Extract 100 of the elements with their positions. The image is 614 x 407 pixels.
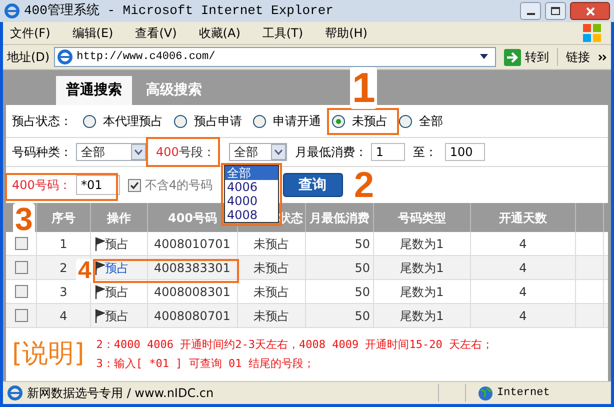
chevron-icon[interactable] — [598, 54, 607, 60]
maximize-button[interactable] — [545, 2, 566, 20]
windows-logo-icon — [581, 23, 603, 43]
step-number: 4 — [76, 259, 94, 283]
field-label: 至： — [412, 144, 437, 161]
field-label: 400号段： — [156, 144, 215, 161]
close-button[interactable] — [570, 2, 610, 20]
table-cell-text: 4008008301 — [154, 284, 230, 300]
search-button[interactable]: 查询 — [282, 173, 343, 197]
reserve-link[interactable]: 预占 — [95, 258, 129, 276]
address-field[interactable]: http://www.c4006.com/ — [54, 47, 496, 67]
reserve-link[interactable]: 预占 — [95, 306, 129, 324]
page-icon — [56, 49, 73, 65]
menu-item[interactable]: 编辑(E) — [65, 24, 120, 42]
segment-select[interactable]: 全部 — [228, 143, 287, 161]
table-cell-text: 4 — [519, 260, 527, 276]
min-fee-field[interactable]: 1 — [370, 143, 405, 161]
table-cell-text: 4 — [60, 308, 68, 324]
dropdown-option[interactable]: 4006 — [225, 180, 278, 194]
radio-button[interactable] — [174, 114, 187, 128]
close-icon — [586, 6, 594, 16]
note-text: 3：输入[ *01 ] 可查询 01 结尾的号段； — [96, 356, 316, 372]
window-title: 400管理系统 - Microsoft Internet Explorer — [24, 2, 334, 20]
dropdown-option[interactable]: 4008 — [225, 208, 278, 222]
checkbox[interactable] — [14, 285, 28, 298]
checkbox[interactable] — [14, 237, 28, 250]
checkbox[interactable] — [14, 309, 28, 322]
type-select[interactable]: 全部 — [76, 143, 147, 161]
table-cell-text: 4 — [519, 308, 527, 324]
field-label: 号码种类： — [12, 144, 72, 161]
reserve-link[interactable]: 预占 — [95, 234, 129, 252]
go-button[interactable]: 转到 — [500, 48, 553, 66]
dropdown-icon[interactable] — [479, 54, 489, 60]
links-button[interactable]: 链接 — [562, 48, 594, 66]
tab[interactable]: 普通搜索 — [56, 76, 132, 105]
checkbox[interactable] — [128, 178, 141, 192]
globe-icon — [478, 386, 493, 400]
menu-item[interactable]: 工具(T) — [255, 24, 310, 42]
dropdown-option[interactable]: 全部 — [225, 166, 278, 180]
table-cell-text: 尾数为1 — [400, 236, 444, 252]
dropdown-option[interactable]: 4000 — [225, 194, 278, 208]
table-cell-text: 4 — [519, 236, 527, 252]
table-cell-text: 尾数为1 — [400, 284, 444, 300]
reserve-link[interactable]: 预占 — [95, 282, 129, 300]
column-header: 号码类型 — [398, 210, 446, 226]
table-cell-text: 50 — [354, 236, 370, 252]
table-cell-text: 50 — [354, 308, 370, 324]
radio-button[interactable] — [83, 114, 96, 128]
flag-icon — [95, 236, 105, 250]
notes-title: [说明] — [12, 338, 84, 371]
table-cell-text: 4008080701 — [154, 308, 230, 324]
number-field[interactable]: *01 — [76, 175, 120, 195]
arrow-icon — [504, 48, 521, 66]
table-cell-text: 4 — [519, 284, 527, 300]
field-label: 预占状态： — [12, 113, 72, 130]
table-cell-text: 尾数为1 — [400, 308, 444, 324]
field-label: 月最低消费： — [294, 144, 367, 161]
caret-icon — [270, 144, 286, 160]
menu-item[interactable]: 查看(V) — [128, 24, 184, 42]
caret-icon — [131, 144, 146, 160]
radio-label[interactable]: 预占申请 — [194, 112, 242, 130]
table-cell-text: 未预占 — [254, 236, 290, 252]
note-text: 2：4000 4006 开通时间约2-3天左右，4008 4009 开通时间15-20 天左右； — [96, 336, 493, 352]
table-cell-text: 4008010701 — [154, 236, 230, 252]
zone-text: Internet — [497, 386, 551, 401]
field-label: 400号码： — [12, 177, 72, 194]
app-icon — [4, 3, 20, 19]
flag-icon — [95, 260, 105, 274]
max-fee-field[interactable]: 100 — [444, 143, 485, 161]
table-cell-text: 尾数为1 — [400, 260, 444, 276]
page-icon — [7, 385, 23, 401]
flag-icon — [95, 284, 105, 298]
radio-button[interactable] — [399, 114, 412, 128]
table-cell-text: 50 — [354, 284, 370, 300]
column-header: 操作 — [107, 210, 131, 226]
radio-label[interactable]: 全部 — [419, 112, 443, 130]
table-cell-text: 4008383301 — [154, 260, 230, 276]
table-cell-text: 未预占 — [254, 308, 290, 324]
column-header: 月最低消费 — [310, 210, 370, 226]
status-text: 新网数据选号专用 / www.nIDC.cn — [27, 385, 214, 402]
column-header: 序号 — [52, 210, 76, 226]
table-cell-text: 1 — [60, 236, 68, 252]
radio-label[interactable]: 本代理预占 — [103, 112, 163, 130]
radio-label[interactable]: 申请开通 — [273, 112, 321, 130]
menu-item[interactable]: 帮助(H) — [318, 24, 374, 42]
menu-item[interactable]: 收藏(A) — [192, 24, 248, 42]
menu-item[interactable]: 文件(F) — [3, 24, 58, 42]
radio-button[interactable] — [253, 114, 266, 128]
radio-label[interactable]: 未预占 — [352, 112, 388, 130]
checkbox[interactable] — [14, 261, 28, 274]
checkbox-label[interactable]: 不含4的号码 — [145, 176, 213, 194]
radio-button[interactable] — [332, 114, 345, 128]
table-cell-text: 3 — [60, 284, 68, 300]
step-number: 3 — [13, 203, 35, 235]
table-cell-text: 未预占 — [254, 260, 290, 276]
column-header: 400号码 — [168, 210, 218, 226]
minimize-button[interactable] — [520, 2, 541, 20]
table-cell-text: 50 — [354, 260, 370, 276]
highlight-frame — [327, 108, 399, 135]
column-header: 开通天数 — [499, 210, 547, 226]
